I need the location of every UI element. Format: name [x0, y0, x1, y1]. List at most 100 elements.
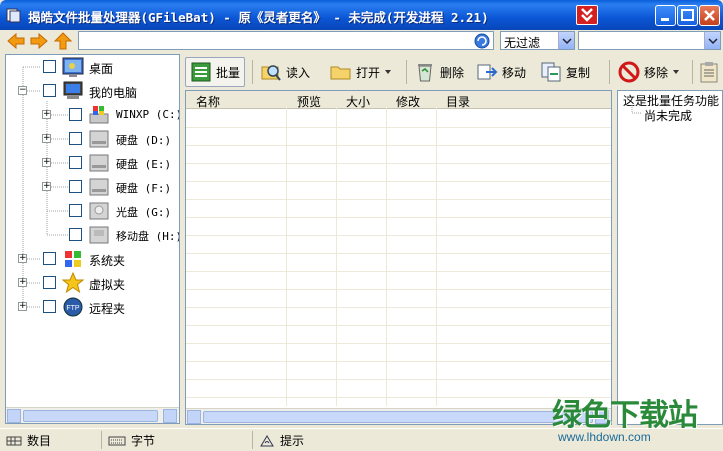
- tree-item-remote-folder[interactable]: + FTP 远程夹: [6, 295, 179, 319]
- tree-item-my-computer[interactable]: − 我的电脑: [6, 79, 179, 103]
- tree-item-label: 我的电脑: [89, 86, 138, 100]
- checkbox[interactable]: [69, 108, 82, 121]
- watermark-url: www.lhdown.com: [558, 430, 651, 444]
- scroll-left-icon[interactable]: [7, 409, 21, 423]
- tree-horizontal-scrollbar[interactable]: [6, 407, 179, 423]
- tree-item-drive-c[interactable]: + WINXP (C:): [6, 103, 180, 127]
- expand-icon[interactable]: +: [18, 302, 27, 311]
- read-label: 读入: [286, 65, 311, 80]
- tree-item-system-folder[interactable]: + 系统夹: [6, 247, 179, 271]
- folder-tree[interactable]: 桌面 − 我的电脑 + WINXP (C:) + 硬盘 (D:) + 硬盘 (E…: [5, 54, 180, 424]
- up-arrow-icon[interactable]: [53, 32, 73, 50]
- grid-icon: [6, 436, 22, 445]
- scroll-left-icon[interactable]: [187, 410, 201, 424]
- windows-drive-icon: [89, 106, 109, 124]
- file-list[interactable]: 名称 预览 大小 修改 目录: [185, 90, 612, 425]
- search-select[interactable]: [578, 31, 721, 50]
- tree-item-drive-e[interactable]: + 硬盘 (E:): [6, 151, 179, 175]
- chevron-down-icon[interactable]: [558, 32, 574, 49]
- checkbox[interactable]: [69, 228, 82, 241]
- read-button[interactable]: 读入: [260, 57, 310, 87]
- status-divider: [101, 431, 102, 449]
- expand-icon[interactable]: +: [18, 278, 27, 287]
- go-refresh-icon[interactable]: [474, 33, 490, 49]
- toolbar-divider: [692, 60, 693, 84]
- computer-icon: [63, 81, 83, 99]
- row-divider: [186, 145, 611, 146]
- status-divider: [252, 431, 253, 449]
- row-divider: [186, 127, 611, 128]
- tree-item-label: 移动盘 (H:): [116, 230, 180, 243]
- close-button[interactable]: [699, 5, 720, 26]
- dropdown-arrow-icon[interactable]: [672, 68, 680, 76]
- minimize-button[interactable]: [655, 5, 676, 26]
- expand-icon[interactable]: +: [42, 158, 51, 167]
- path-input[interactable]: [78, 31, 494, 50]
- hard-drive-icon: [89, 154, 109, 172]
- expand-icon[interactable]: +: [42, 182, 51, 191]
- checkbox[interactable]: [43, 252, 56, 265]
- column-divider: [386, 91, 387, 406]
- tree-item-drive-f[interactable]: + 硬盘 (F:): [6, 175, 179, 199]
- toolbar-divider: [252, 60, 253, 84]
- expand-icon[interactable]: +: [42, 134, 51, 143]
- column-name[interactable]: 名称: [196, 93, 220, 110]
- tree-item-drive-d[interactable]: + 硬盘 (D:): [6, 127, 179, 151]
- checkbox[interactable]: [69, 156, 82, 169]
- checkbox[interactable]: [43, 84, 56, 97]
- checkbox[interactable]: [43, 300, 56, 313]
- tree-item-label: 硬盘 (E:): [116, 158, 172, 171]
- column-divider: [336, 91, 337, 406]
- remove-button[interactable]: 移除: [618, 57, 680, 87]
- move-button[interactable]: 移动: [476, 57, 526, 87]
- row-divider: [186, 253, 611, 254]
- expand-icon[interactable]: +: [42, 110, 51, 119]
- chevron-down-icon[interactable]: [704, 32, 720, 49]
- checkbox[interactable]: [69, 132, 82, 145]
- tree-item-label: WINXP (C:): [116, 108, 180, 121]
- column-directory[interactable]: 目录: [446, 93, 470, 110]
- svg-text:FTP: FTP: [66, 305, 80, 312]
- move-label: 移动: [502, 65, 527, 80]
- tree-item-label: 桌面: [89, 62, 114, 76]
- scroll-thumb[interactable]: [203, 411, 593, 423]
- watermark-logo: 绿色下载站 www.lhdown.com: [548, 390, 718, 450]
- magnifier-folder-icon: [261, 65, 281, 81]
- status-hint: 提示: [259, 432, 304, 449]
- batch-button[interactable]: 批量: [185, 57, 246, 87]
- copy-button[interactable]: 复制: [540, 57, 590, 87]
- download-arrow-icon[interactable]: [576, 5, 598, 25]
- maximize-button[interactable]: [677, 5, 698, 26]
- checkbox[interactable]: [69, 180, 82, 193]
- column-modified[interactable]: 修改: [396, 93, 420, 110]
- tree-item-desktop[interactable]: 桌面: [6, 55, 179, 79]
- app-icon: [6, 8, 21, 23]
- dropdown-arrow-icon[interactable]: [384, 68, 392, 76]
- scroll-right-icon[interactable]: [163, 409, 177, 423]
- checkbox[interactable]: [69, 204, 82, 217]
- tree-item-virtual-folder[interactable]: + 虚拟夹: [6, 271, 179, 295]
- row-divider: [186, 163, 611, 164]
- open-label: 打开: [356, 65, 381, 80]
- column-preview[interactable]: 预览: [297, 93, 321, 110]
- scroll-thumb[interactable]: [23, 410, 158, 422]
- filter-value: 无过滤: [504, 36, 541, 50]
- collapse-icon[interactable]: −: [18, 86, 27, 95]
- row-divider: [186, 217, 611, 218]
- clipboard-icon[interactable]: [698, 61, 720, 83]
- tree-item-drive-h[interactable]: 移动盘 (H:): [6, 223, 180, 247]
- forward-arrow-icon[interactable]: [29, 32, 49, 50]
- watermark-text: 绿色下载站: [552, 398, 698, 433]
- open-button[interactable]: 打开: [330, 57, 392, 87]
- tree-item-drive-g[interactable]: 光盘 (G:): [6, 199, 179, 223]
- checkbox[interactable]: [43, 276, 56, 289]
- delete-button[interactable]: 删除: [414, 57, 464, 87]
- column-size[interactable]: 大小: [346, 93, 370, 110]
- row-divider: [186, 325, 611, 326]
- checkbox[interactable]: [43, 60, 56, 73]
- row-divider: [186, 361, 611, 362]
- expand-icon[interactable]: +: [18, 254, 27, 263]
- hard-drive-icon: [89, 178, 109, 196]
- filter-select[interactable]: 无过滤: [500, 31, 575, 50]
- back-arrow-icon[interactable]: [6, 32, 26, 50]
